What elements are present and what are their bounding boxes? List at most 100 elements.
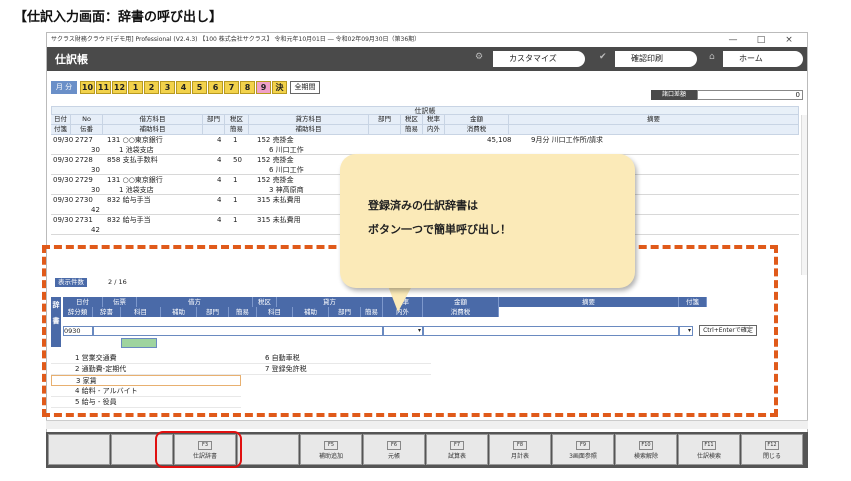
col-header [509, 125, 799, 135]
fkey-button[interactable]: F10 検索解除 [615, 434, 677, 465]
row-no: 2730 [75, 196, 93, 204]
fkey-button[interactable]: F8 月計表 [489, 434, 551, 465]
col-header: 借方科目 [103, 115, 203, 125]
app-header: 仕訳帳 ⚙ カスタマイズ ✔ 確認印刷 ⌂ ホーム [47, 47, 807, 71]
col-header: 税区 [225, 115, 249, 125]
fkey-close-button[interactable]: F12 閉じる [741, 434, 803, 465]
col-header: 消費税 [445, 125, 509, 135]
row-tax: 1 [233, 136, 238, 144]
col-header: 貸方科目 [249, 115, 369, 125]
row-debit-sub: 1 池袋支店 [119, 186, 154, 194]
fkey-label: 3画面参照 [569, 453, 597, 460]
fkey-number: F9 [576, 441, 590, 450]
discrepancy-value: 0 [697, 90, 803, 100]
ledger-scrollbar[interactable] [801, 115, 807, 275]
month-label: 月 分 [51, 81, 77, 94]
col-header: 補助科目 [249, 125, 369, 135]
fkey-label: 仕訳検索 [696, 453, 721, 460]
month-button[interactable]: 2 [144, 81, 159, 94]
month-button[interactable]: 11 [96, 81, 111, 94]
row-dept: 4 [217, 196, 222, 204]
customize-button[interactable]: カスタマイズ [493, 51, 585, 67]
check-icon: ✔ [599, 52, 607, 62]
horizontal-scrollbar[interactable] [46, 420, 808, 429]
row-debit: 858 支払手数料 [107, 156, 158, 164]
fkey-number: F12 [765, 441, 779, 450]
month-button[interactable]: 7 [224, 81, 239, 94]
month-button[interactable]: 3 [160, 81, 175, 94]
fkey-number: F6 [387, 441, 401, 450]
row-debit: 832 給与手当 [107, 196, 151, 204]
row-credit-sub: 6 川口工作 [269, 166, 304, 174]
fkey-number: F8 [513, 441, 527, 450]
col-header: 付箋 [51, 125, 71, 135]
month-button[interactable]: 9 [256, 81, 271, 94]
col-header: 部門 [203, 115, 225, 125]
month-button[interactable]: 6 [208, 81, 223, 94]
row-no: 2729 [75, 176, 93, 184]
row-slip: 30 [91, 186, 100, 194]
app-name: 仕訳帳 [55, 53, 88, 66]
home-button[interactable]: ホーム [723, 51, 803, 67]
month-button[interactable]: 決 [272, 81, 287, 94]
col-header: No [71, 115, 103, 125]
row-date: 09/30 [53, 196, 74, 204]
close-button[interactable]: × [779, 33, 799, 47]
all-period-button[interactable]: 全期間 [290, 81, 320, 94]
gear-icon: ⚙ [475, 52, 484, 62]
row-credit: 152 売掛金 [257, 136, 294, 144]
col-header: 部門 [369, 115, 401, 125]
row-credit: 315 未払費用 [257, 196, 301, 204]
fkey-button[interactable] [237, 434, 299, 465]
row-no: 2731 [75, 216, 93, 224]
fkey-button[interactable]: F6 元帳 [363, 434, 425, 465]
row-credit: 152 売掛金 [257, 176, 294, 184]
maximize-button[interactable]: □ [751, 33, 771, 47]
col-header: 伝番 [71, 125, 103, 135]
fkey-button[interactable]: F5 補助追加 [300, 434, 362, 465]
month-button[interactable]: 1 [128, 81, 143, 94]
row-no: 2727 [75, 136, 93, 144]
table-row[interactable]: 09/30 2727 30 131 ○○東京銀行 1 池袋支店 4 1 152 … [51, 135, 799, 155]
fkey-number: F11 [702, 441, 716, 450]
row-debit: 832 給与手当 [107, 216, 151, 224]
row-dept: 4 [217, 156, 222, 164]
row-amount: 45,108 [487, 136, 512, 144]
minimize-button[interactable]: — [723, 33, 743, 47]
row-dept: 4 [217, 216, 222, 224]
col-header: 簡易 [225, 125, 249, 135]
col-header: 税区 [401, 115, 423, 125]
row-dept: 4 [217, 136, 222, 144]
month-button[interactable]: 12 [112, 81, 127, 94]
row-slip: 42 [91, 206, 100, 214]
fkey-label: 元帳 [387, 453, 400, 460]
print-button[interactable]: 確認印刷 [615, 51, 697, 67]
fkey-number: F10 [639, 441, 653, 450]
fkey-button[interactable]: F7 試算表 [426, 434, 488, 465]
home-icon: ⌂ [709, 52, 715, 62]
window-titlebar: サクラス財務クラウド[デモ用] Professional (V2.4.3) 【1… [47, 33, 807, 47]
row-debit-sub: 1 池袋支店 [119, 146, 154, 154]
row-slip: 30 [91, 146, 100, 154]
month-button[interactable]: 5 [192, 81, 207, 94]
fkey-number: F5 [324, 441, 338, 450]
row-date: 09/30 [53, 176, 74, 184]
fkey-button[interactable]: F11 仕訳検索 [678, 434, 740, 465]
month-button[interactable]: 8 [240, 81, 255, 94]
month-button[interactable]: 10 [80, 81, 95, 94]
row-no: 2728 [75, 156, 93, 164]
col-header [203, 125, 225, 135]
col-header: 日付 [51, 115, 71, 125]
fkey-button[interactable] [48, 434, 110, 465]
month-button[interactable]: 4 [176, 81, 191, 94]
fkey-number: F7 [450, 441, 464, 450]
fkey-button[interactable]: F9 3画面参照 [552, 434, 614, 465]
row-debit: 131 ○○東京銀行 [107, 136, 163, 144]
row-tax: 50 [233, 156, 242, 164]
col-header: 補助科目 [103, 125, 203, 135]
row-date: 09/30 [53, 156, 74, 164]
row-debit: 131 ○○東京銀行 [107, 176, 163, 184]
callout-line-1: 登録済みの仕訳辞書は [368, 199, 478, 212]
f3-highlight-frame [155, 431, 242, 468]
callout-tail [388, 286, 412, 312]
